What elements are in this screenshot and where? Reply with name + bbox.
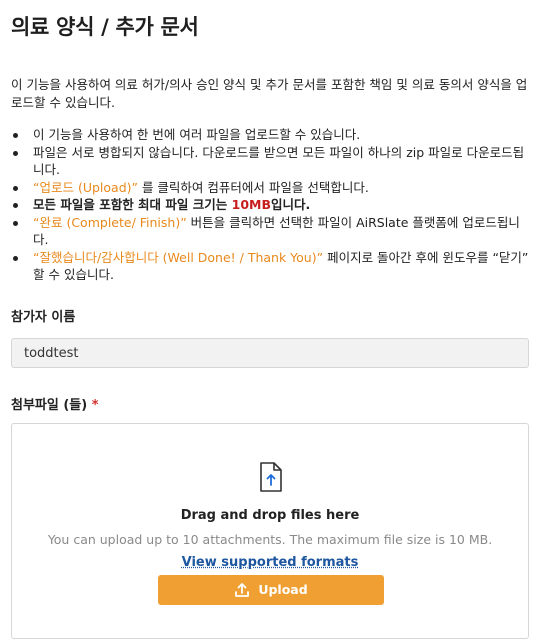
medical-forms-page: 의료 양식 / 추가 문서 이 기능을 사용하여 의료 허가/의사 승인 양식 … (0, 0, 540, 639)
list-item: 파일은 서로 병합되지 않습니다. 다운로드를 받으면 모든 파일이 하나의 z… (11, 144, 529, 179)
file-dropzone[interactable]: Drag and drop files here You can upload … (11, 422, 529, 639)
list-item: 모든 파일을 포함한 최대 파일 크기는 10MB입니다. (11, 196, 529, 214)
rule-text: 모든 파일을 포함한 최대 파일 크기는 (33, 197, 232, 212)
upload-button-label: Upload (258, 582, 308, 597)
upload-button[interactable]: Upload (158, 574, 384, 605)
rule-text: 를 클릭하여 컴퓨터에서 파일을 선택합니다. (137, 179, 369, 195)
list-item: 이 기능을 사용하여 한 번에 여러 파일을 업로드할 수 있습니다. (11, 126, 529, 144)
attachments-label: 첨부파일 (들) * (11, 394, 529, 413)
list-item: “완료 (Complete/ Finish)” 버튼을 클릭하면 선택한 파일이… (11, 214, 529, 249)
dropzone-title: Drag and drop files here (180, 507, 360, 523)
list-item: “업로드 (Upload)” 를 클릭하여 컴퓨터에서 파일을 선택합니다. (11, 179, 529, 197)
max-size-emphasis: 10MB (231, 197, 271, 212)
complete-emphasis: “완료 (Complete/ Finish)” (33, 214, 187, 230)
list-item: “잘했습니다/감사합니다 (Well Done! / Thank You)” 페… (11, 249, 529, 284)
formats-link-row: View supported formats (12, 555, 528, 570)
participant-name-label: 참가자 이름 (11, 309, 76, 325)
well-done-emphasis: “잘했습니다/감사합니다 (Well Done! / Thank You)” (33, 249, 324, 265)
rule-text: 입니다. (271, 197, 311, 212)
rule-text: 파일은 서로 병합되지 않습니다. 다운로드를 받으면 모든 파일이 하나의 z… (33, 144, 525, 178)
required-asterisk: * (91, 397, 99, 413)
view-supported-formats-link[interactable]: View supported formats (182, 555, 359, 570)
upload-emphasis: “업로드 (Upload)” (33, 179, 138, 195)
upload-icon (235, 582, 250, 597)
file-upload-icon (260, 461, 282, 492)
rule-text: 이 기능을 사용하여 한 번에 여러 파일을 업로드할 수 있습니다. (33, 127, 361, 142)
dropzone-subtitle: You can upload up to 10 attachments. The… (47, 531, 493, 547)
participant-name-field[interactable]: toddtest (11, 337, 529, 368)
attachments-label-text: 첨부파일 (들) (11, 397, 88, 413)
page-title: 의료 양식 / 추가 문서 (11, 15, 199, 39)
intro-text: 이 기능을 사용하여 의료 허가/의사 승인 양식 및 추가 문서를 포함한 책… (11, 77, 528, 110)
instructions-list: 이 기능을 사용하여 한 번에 여러 파일을 업로드할 수 있습니다. 파일은 … (11, 126, 529, 284)
